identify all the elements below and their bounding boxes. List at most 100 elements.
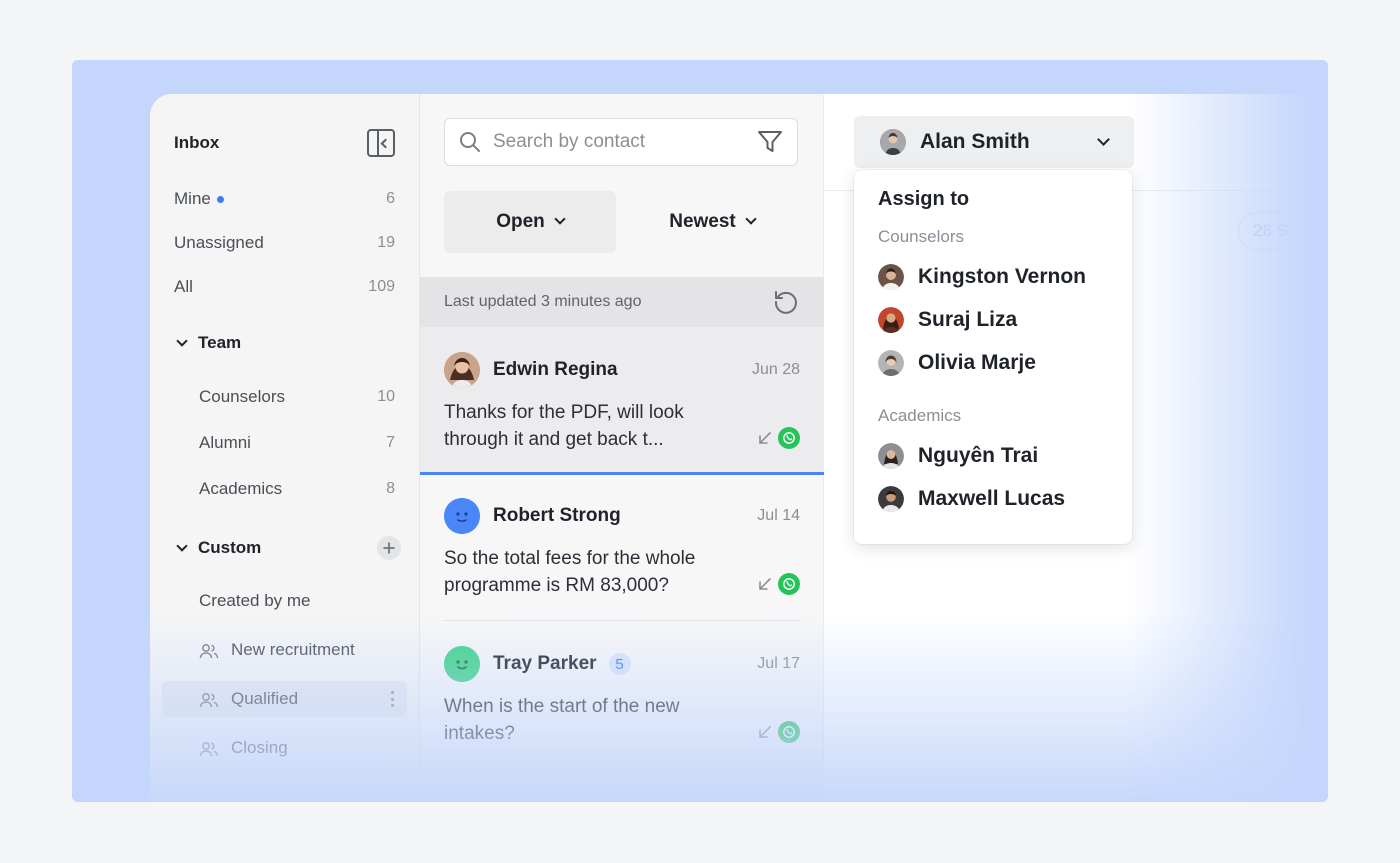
assign-option-suraj-liza[interactable]: Suraj Liza — [878, 298, 1108, 341]
sidebar-item-count: 19 — [377, 234, 395, 251]
sidebar-item-closing[interactable]: Closing — [199, 735, 395, 761]
assign-menu: Assign to Counselors Kingston Vernon Sur… — [854, 170, 1132, 544]
contact-avatar — [444, 498, 480, 534]
sidebar-item-created-by-me[interactable]: Created by me — [199, 588, 395, 614]
search-icon — [460, 132, 480, 152]
status-filter-label: Open — [496, 211, 545, 232]
sidebar-item-label: Closing — [231, 738, 288, 757]
assign-group-label: Academics — [878, 406, 962, 425]
message-preview: When is the start of the new intakes? — [444, 696, 680, 744]
assign-option-label: Suraj Liza — [918, 307, 1018, 331]
assign-option-label: Olivia Marje — [918, 350, 1036, 374]
contact-avatar — [444, 646, 480, 682]
whatsapp-icon — [778, 427, 800, 449]
people-icon — [199, 741, 219, 756]
user-avatar — [878, 485, 904, 512]
sidebar-item-label: All — [174, 277, 193, 296]
chevron-down-icon — [1097, 132, 1110, 146]
filter-icon[interactable] — [757, 130, 783, 154]
conversation-date: Jul 14 — [757, 507, 800, 524]
sidebar-item-mine[interactable]: Mine 6 — [174, 186, 395, 212]
sidebar: Inbox Mine 6 Unassigned 19 All 109 Team … — [150, 94, 420, 802]
sidebar-item-label: Counselors — [199, 387, 285, 406]
chevron-down-icon — [745, 213, 757, 225]
backdrop: Inbox Mine 6 Unassigned 19 All 109 Team … — [72, 60, 1328, 802]
assign-option-maxwell-lucas[interactable]: Maxwell Lucas — [878, 477, 1108, 520]
assign-option-olivia-marje[interactable]: Olivia Marje — [878, 341, 1108, 384]
sidebar-item-counselors[interactable]: Counselors 10 — [199, 384, 395, 410]
last-updated-text: Last updated 3 minutes ago — [444, 293, 642, 310]
sidebar-item-label: Mine — [174, 189, 211, 208]
assign-option-label: Nguyên Trai — [918, 443, 1039, 467]
assign-group-label: Counselors — [878, 227, 964, 246]
assign-option-label: Maxwell Lucas — [918, 486, 1066, 510]
sidebar-header: Inbox — [174, 128, 395, 158]
sidebar-item-label: Qualified — [231, 689, 299, 708]
add-custom-view-icon[interactable] — [377, 536, 401, 560]
sidebar-item-label: Unassigned — [174, 233, 264, 252]
sidebar-item-academics[interactable]: Academics 8 — [199, 476, 395, 502]
team-section-toggle[interactable]: Team — [174, 330, 401, 356]
assignee-dropdown[interactable]: Alan Smith — [854, 116, 1134, 168]
sidebar-item-label: New recruitment — [231, 640, 355, 659]
sidebar-item-count: 8 — [386, 480, 395, 497]
sidebar-item-label: Alumni — [199, 433, 251, 452]
assign-option-nguyen-trai[interactable]: Nguyên Trai — [878, 434, 1108, 477]
contact-name: Tray Parker — [493, 653, 597, 674]
assign-option-label: Kingston Vernon — [918, 264, 1086, 288]
sidebar-item-all[interactable]: All 109 — [174, 274, 395, 300]
sidebar-item-label: Academics — [199, 479, 283, 498]
assignee-name: Alan Smith — [920, 130, 1030, 153]
sidebar-title: Inbox — [174, 133, 220, 152]
user-avatar — [878, 349, 904, 376]
sort-dropdown[interactable]: Newest — [626, 191, 798, 253]
sidebar-item-count: 6 — [386, 190, 395, 207]
incoming-arrow-icon — [759, 578, 771, 590]
people-icon — [199, 643, 219, 658]
user-avatar — [878, 306, 904, 333]
chevron-down-icon — [554, 213, 566, 225]
status-filter-dropdown[interactable]: Open — [444, 191, 616, 253]
conversation-item[interactable]: Edwin Regina Jun 28 Thanks for the PDF, … — [420, 327, 824, 475]
user-avatar — [878, 442, 904, 469]
assign-option-kingston-vernon[interactable]: Kingston Vernon — [878, 255, 1108, 298]
sort-label: Newest — [669, 211, 736, 232]
conversation-date: Jun 28 — [751, 361, 800, 378]
section-label: Custom — [198, 538, 262, 557]
date-pill-text: 28 S — [1253, 221, 1288, 240]
last-updated-bar: Last updated 3 minutes ago — [420, 277, 824, 327]
sidebar-item-count: 10 — [377, 388, 395, 405]
custom-section-toggle[interactable]: Custom — [174, 535, 401, 561]
section-label: Team — [198, 333, 242, 352]
sidebar-item-unassigned[interactable]: Unassigned 19 — [174, 230, 395, 256]
unread-dot-icon — [216, 196, 224, 204]
incoming-arrow-icon — [759, 726, 771, 738]
more-options-icon[interactable] — [391, 691, 395, 707]
conversation-list: Search by contact Open Newest Last updat… — [420, 94, 824, 802]
conversation-date: Jul 17 — [757, 655, 800, 672]
list-filters: Open Newest — [444, 191, 798, 253]
search-input[interactable]: Search by contact — [444, 118, 798, 166]
conversation-item[interactable]: Tray Parker 5 Jul 17 When is the start o… — [420, 621, 824, 771]
inbox-app: Inbox Mine 6 Unassigned 19 All 109 Team … — [150, 94, 1328, 802]
assignee-avatar — [880, 129, 906, 155]
date-pill: 28 S — [1238, 212, 1308, 250]
chevron-down-icon — [176, 540, 188, 552]
whatsapp-icon — [778, 573, 800, 595]
chevron-down-icon — [176, 335, 188, 347]
people-icon — [199, 692, 219, 707]
conversation-panel: Alan Smith 28 S Assign to Counselors Kin… — [824, 94, 1328, 802]
sidebar-item-new-recruitment[interactable]: New recruitment — [199, 637, 395, 663]
message-preview: So the total fees for the whole programm… — [444, 548, 696, 596]
contact-name: Edwin Regina — [493, 359, 618, 380]
sidebar-item-label: Created by me — [199, 591, 311, 610]
refresh-icon[interactable] — [772, 288, 800, 316]
sidebar-item-count: 7 — [386, 434, 395, 451]
sidebar-item-qualified[interactable]: Qualified — [199, 686, 395, 712]
user-avatar — [878, 263, 904, 290]
conversation-item[interactable]: Robert Strong Jul 14 So the total fees f… — [420, 475, 824, 621]
sidebar-item-alumni[interactable]: Alumni 7 — [199, 430, 395, 456]
collapse-sidebar-icon[interactable] — [367, 129, 395, 157]
unread-count-badge: 5 — [608, 653, 631, 675]
contact-name: Robert Strong — [493, 505, 621, 526]
